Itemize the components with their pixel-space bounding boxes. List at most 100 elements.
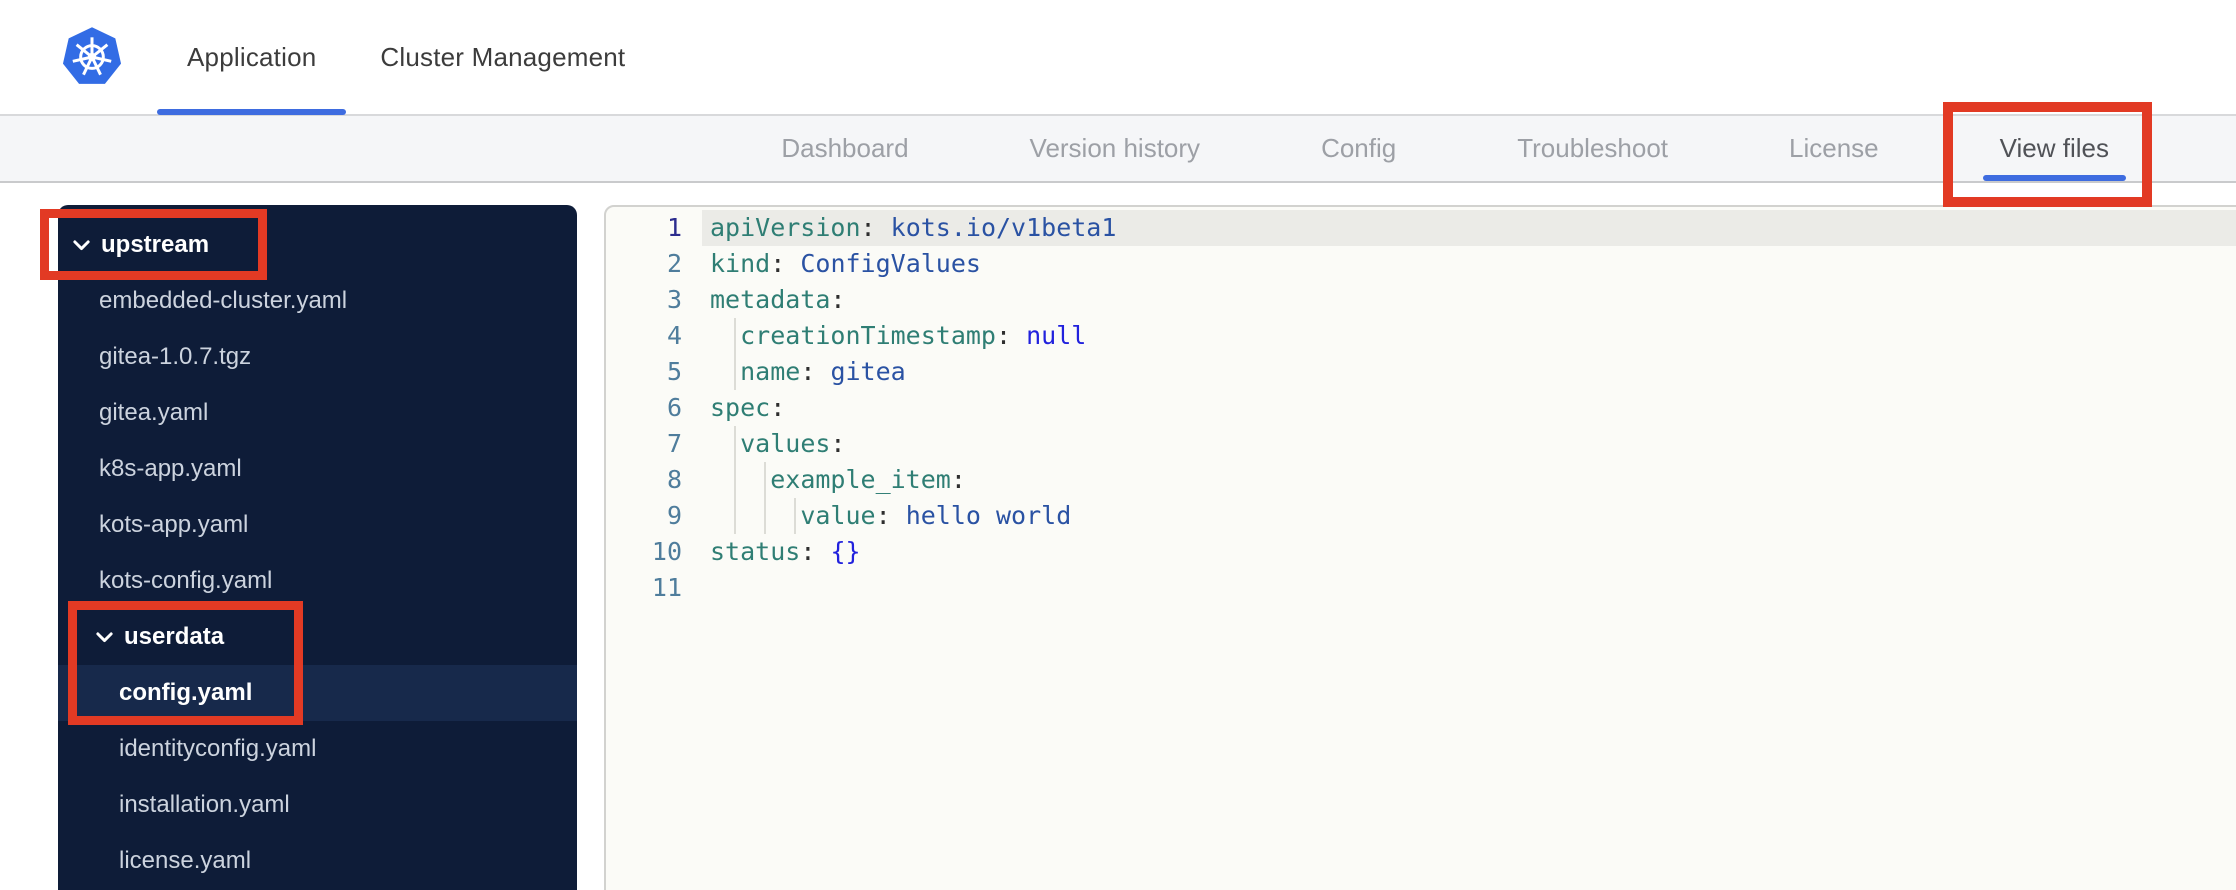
code-line-text: metadata:	[702, 282, 2236, 318]
indent-guide	[764, 462, 767, 498]
indent-guide	[734, 354, 737, 390]
kots-admin-console: Application Cluster Management Dashboard V…	[0, 0, 2236, 890]
tree-item-label: identityconfig.yaml	[119, 735, 317, 762]
line-number: 8	[666, 465, 682, 494]
yaml-token-key: spec	[710, 393, 771, 422]
yaml-token-punct: :	[995, 321, 1012, 350]
subnav-tabs: Dashboard Version history Config Troublesho…	[764, 116, 2126, 181]
yaml-token-punct: :	[770, 393, 786, 422]
subnav-tab-view-files[interactable]: View files	[1982, 116, 2126, 181]
tree-item-label: kots-config.yaml	[99, 567, 273, 594]
yaml-token-plain	[1011, 321, 1026, 350]
code-line-text: status: {}	[702, 534, 2236, 570]
chevron-down-icon[interactable]	[73, 239, 92, 251]
yaml-token-atom: {}	[830, 537, 861, 566]
tree-item-label: embedded-cluster.yaml	[99, 287, 348, 314]
tree-file-gitea-yaml[interactable]: gitea.yaml	[58, 385, 577, 441]
tree-file-installation-yaml[interactable]: installation.yaml	[58, 777, 577, 833]
yaml-token-plain	[710, 501, 800, 530]
yaml-token-key: example_item	[770, 465, 951, 494]
tree-file-identityconfig-yaml[interactable]: identityconfig.yaml	[58, 721, 577, 777]
yaml-code-viewer[interactable]: 1 apiVersion: kots.io/v1beta1 2 kind: Confi…	[604, 205, 2236, 890]
yaml-token-punct: :	[830, 285, 846, 314]
line-number: 9	[666, 501, 682, 530]
code-line-9: 9 value: hello world	[606, 498, 2236, 534]
tree-folder-upstream[interactable]: upstream	[58, 217, 577, 273]
line-number: 10	[651, 537, 682, 566]
tree-item-label: license.yaml	[119, 847, 252, 874]
tree-file-k8s-app-yaml[interactable]: k8s-app.yaml	[58, 441, 577, 497]
yaml-token-key: value	[800, 501, 876, 530]
line-number: 4	[666, 321, 682, 350]
kubernetes-logo-icon	[62, 26, 122, 88]
line-number: 6	[666, 393, 682, 422]
subnav-tab-dashboard[interactable]: Dashboard	[764, 116, 925, 181]
indent-guide	[764, 498, 767, 534]
yaml-token-punct: :	[860, 213, 876, 242]
tree-file-kots-config-yaml[interactable]: kots-config.yaml	[58, 553, 577, 609]
indent-guide	[734, 318, 737, 354]
yaml-token-punct: :	[770, 249, 786, 278]
subnav-tab-label: Config	[1321, 133, 1397, 163]
tree-item-label: config.yaml	[119, 679, 253, 706]
active-subnav-underline	[1982, 175, 2126, 181]
yaml-token-key: apiVersion	[710, 213, 861, 242]
top-tab-label: Cluster Management	[380, 41, 626, 72]
yaml-token-val: kots.io/v1beta1	[890, 213, 1117, 242]
code-line-text: example_item:	[702, 462, 2236, 498]
yaml-token-plain	[710, 465, 770, 494]
line-number: 1	[666, 213, 682, 242]
code-line-10: 10 status: {}	[606, 534, 2236, 570]
yaml-token-plain	[815, 357, 830, 386]
tree-item-label: installation.yaml	[119, 791, 290, 818]
app-header: Application Cluster Management	[0, 0, 2236, 116]
yaml-token-key: metadata	[710, 285, 831, 314]
tree-folder-userdata[interactable]: userdata	[58, 609, 577, 665]
line-number: 7	[666, 429, 682, 458]
tree-file-gitea-1-0-7-tgz[interactable]: gitea-1.0.7.tgz	[58, 329, 577, 385]
line-number: 2	[666, 249, 682, 278]
code-line-text: value: hello world	[702, 498, 2236, 534]
code-line-3: 3 metadata:	[606, 282, 2236, 318]
subnav-tab-label: Version history	[1029, 133, 1201, 163]
file-tree-sidebar: upstream embedded-cluster.yaml gitea-1.0.7…	[58, 205, 577, 890]
code-line-11: 11	[606, 570, 2236, 606]
top-tab-label: Application	[187, 41, 317, 72]
top-tab-application[interactable]: Application	[157, 0, 347, 115]
yaml-token-val: gitea	[830, 357, 906, 386]
subnav-tab-config[interactable]: Config	[1304, 116, 1413, 181]
primary-nav: Application Cluster Management	[157, 0, 625, 115]
chevron-down-icon[interactable]	[96, 631, 115, 643]
tree-file-embedded-cluster-yaml[interactable]: embedded-cluster.yaml	[58, 273, 577, 329]
yaml-token-punct: :	[830, 429, 846, 458]
yaml-token-plain	[785, 249, 800, 278]
yaml-token-punct: :	[950, 465, 966, 494]
tree-item-label: gitea-1.0.7.tgz	[99, 343, 252, 370]
indent-guide	[734, 498, 737, 534]
code-line-1: 1 apiVersion: kots.io/v1beta1	[606, 210, 2236, 246]
subnav-tab-troubleshoot[interactable]: Troubleshoot	[1500, 116, 1685, 181]
line-number: 11	[651, 573, 682, 602]
yaml-token-key: name	[740, 357, 801, 386]
code-line-text: apiVersion: kots.io/v1beta1	[702, 210, 2236, 246]
top-tab-cluster-management[interactable]: Cluster Management	[380, 0, 625, 114]
code-line-text: kind: ConfigValues	[702, 246, 2236, 282]
tree-item-label: userdata	[124, 623, 225, 650]
tree-item-label: gitea.yaml	[99, 399, 209, 426]
code-line-5: 5 name: gitea	[606, 354, 2236, 390]
yaml-token-val: hello world	[905, 501, 1072, 530]
tree-file-kots-app-yaml[interactable]: kots-app.yaml	[58, 497, 577, 553]
tree-item-label: kots-app.yaml	[99, 511, 249, 538]
yaml-token-plain	[891, 501, 906, 530]
line-number: 3	[666, 285, 682, 314]
code-line-6: 6 spec:	[606, 390, 2236, 426]
code-line-text: name: gitea	[702, 354, 2236, 390]
subnav-tab-version-history[interactable]: Version history	[1013, 116, 1218, 181]
yaml-token-plain	[876, 213, 891, 242]
subnav-tab-license[interactable]: License	[1772, 116, 1896, 181]
tree-file-config-yaml[interactable]: config.yaml	[58, 665, 577, 721]
tree-file-license-yaml[interactable]: license.yaml	[58, 833, 577, 889]
yaml-token-punct: :	[800, 537, 816, 566]
code-line-text: spec:	[702, 390, 2236, 426]
tree-item-label: upstream	[101, 231, 210, 258]
